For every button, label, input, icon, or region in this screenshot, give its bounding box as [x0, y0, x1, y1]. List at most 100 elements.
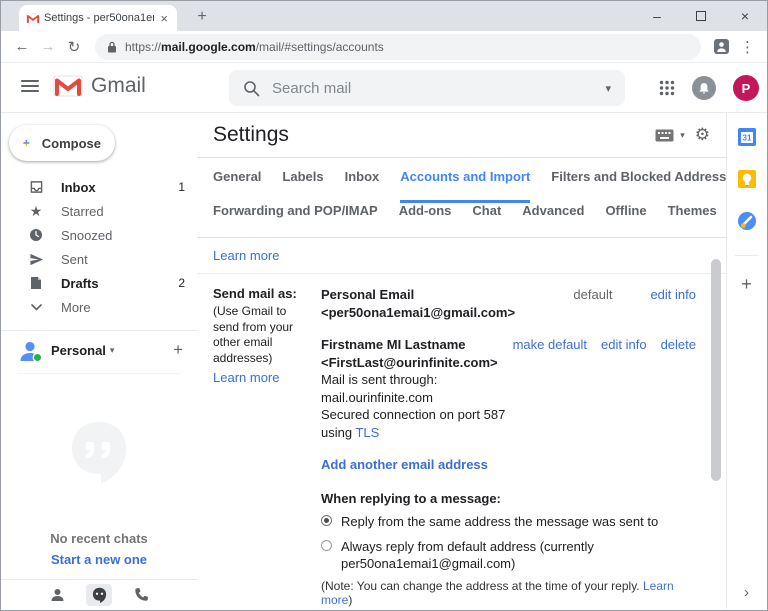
account-name: Personal Email	[321, 287, 415, 302]
phone-icon[interactable]	[128, 584, 154, 606]
send-as-account-1: Personal Email <per50ona1emai1@gmail.com…	[321, 286, 696, 321]
reply-note: (Note: You can change the address at the…	[321, 579, 674, 608]
tab-inbox[interactable]: Inbox	[345, 169, 380, 191]
forward-button[interactable]: →	[35, 38, 61, 55]
search-icon	[244, 80, 260, 96]
radio-selected-icon[interactable]	[321, 515, 332, 527]
tab-filters[interactable]: Filters and Blocked Addresses	[551, 169, 726, 191]
edit-info-link[interactable]: edit info	[601, 337, 647, 352]
add-another-email-link[interactable]: Add another email address	[321, 457, 488, 472]
gmail-logo[interactable]: Gmail	[53, 74, 146, 98]
browser-toolbar: ← → ↻ https://mail.google.com/mail/#sett…	[1, 31, 767, 63]
settings-content: Learn more Send mail as: (Use Gmail to s…	[197, 238, 726, 609]
send-icon	[27, 253, 45, 266]
start-chat-link[interactable]: Start a new one	[51, 552, 147, 567]
make-default-link[interactable]: make default	[513, 337, 587, 352]
delete-link[interactable]: delete	[661, 337, 696, 352]
maximize-icon	[696, 11, 706, 21]
browser-tabstrip: Settings - per50ona1emai1@gm × + – ×	[1, 1, 767, 31]
sidebar-item-label: Starred	[61, 203, 104, 219]
chat-account-name[interactable]: Personal	[51, 343, 106, 358]
tab-forwarding[interactable]: Forwarding and POP/IMAP	[213, 203, 378, 225]
refresh-button[interactable]: ↻	[61, 38, 87, 56]
content-scrollbar[interactable]	[711, 259, 721, 481]
tab-labels[interactable]: Labels	[282, 169, 323, 191]
search-input[interactable]	[272, 79, 606, 97]
search-bar[interactable]: ▾	[229, 70, 625, 106]
input-tools-keyboard-icon[interactable]	[655, 129, 674, 142]
sidebar-item-snoozed[interactable]: Snoozed	[1, 223, 197, 247]
tab-themes[interactable]: Themes	[668, 203, 717, 225]
browser-window: Settings - per50ona1emai1@gm × + – × ← →…	[0, 0, 768, 611]
minimize-button[interactable]: –	[635, 1, 679, 31]
send-as-account-2: Firstname MI Lastname <FirstLast@ourinfi…	[321, 336, 696, 441]
gmail-favicon	[26, 13, 40, 23]
sidebar-item-label: Snoozed	[61, 227, 113, 243]
sidebar-footer	[1, 579, 197, 609]
collapse-rail-icon[interactable]: ›	[744, 584, 749, 601]
compose-button[interactable]: Compose	[9, 125, 115, 161]
tab-addons[interactable]: Add-ons	[399, 203, 452, 225]
account-name: Firstname MI Lastname	[321, 337, 466, 353]
settings-gear-icon[interactable]: ⚙	[695, 125, 710, 145]
close-button[interactable]: ×	[723, 1, 767, 31]
account-address: <per50ona1emai1@gmail.com>	[321, 304, 516, 320]
settings-main: Settings ▾ ⚙ General Labels Inbox Accoun…	[197, 113, 726, 609]
browser-menu-icon[interactable]: ⋮	[740, 38, 755, 56]
profile-icon[interactable]	[713, 38, 730, 55]
sidebar-item-inbox[interactable]: Inbox 1	[1, 175, 197, 199]
sidebar-item-more[interactable]: More	[1, 295, 197, 319]
tab-advanced[interactable]: Advanced	[522, 203, 584, 225]
url-domain: mail.google.com	[161, 39, 256, 54]
reply-option-default-address[interactable]: Always reply from default address (curre…	[321, 538, 696, 573]
notifications-bell-icon[interactable]	[692, 76, 716, 100]
edit-info-link[interactable]: edit info	[650, 287, 696, 302]
send-mail-as-learn-more-link[interactable]: Learn more	[213, 370, 313, 385]
tab-accounts-and-import[interactable]: Accounts and Import	[400, 169, 531, 203]
star-icon: ★	[29, 202, 43, 219]
new-tab-button[interactable]: +	[189, 5, 215, 29]
lock-icon	[108, 41, 116, 52]
add-chat-button[interactable]: +	[173, 340, 183, 360]
calendar-icon[interactable]: 31	[737, 127, 757, 147]
drafts-count: 2	[178, 276, 185, 290]
account-address: <FirstLast@ourinfinite.com>	[321, 354, 498, 370]
address-bar[interactable]: https://mail.google.com/mail/#settings/a…	[95, 33, 701, 60]
sidebar-item-starred[interactable]: ★ Starred	[1, 199, 197, 223]
contacts-icon[interactable]	[44, 584, 70, 606]
header-actions: P	[659, 63, 761, 113]
tab-general[interactable]: General	[213, 169, 261, 191]
learn-more-top-link[interactable]: Learn more	[213, 248, 279, 263]
sidebar-item-label: Inbox	[61, 179, 96, 195]
tab-offline[interactable]: Offline	[605, 203, 646, 225]
reply-settings: When replying to a message: Reply from t…	[321, 491, 696, 607]
get-addons-button[interactable]: +	[741, 274, 752, 295]
sidebar: Compose Inbox 1 ★ Starred Snoozed Sent D…	[1, 113, 197, 579]
sidebar-item-drafts[interactable]: Drafts 2	[1, 271, 197, 295]
send-mail-as-description: (Use Gmail to send from your other email…	[213, 304, 294, 366]
tab-close-icon[interactable]: ×	[158, 11, 170, 26]
window-controls: – ×	[635, 1, 767, 31]
chat-account-caret-icon[interactable]: ▾	[110, 345, 115, 356]
sidebar-item-sent[interactable]: Sent	[1, 247, 197, 271]
keep-icon[interactable]	[737, 169, 757, 189]
url-path: /mail/#settings/accounts	[255, 39, 384, 54]
input-tools-caret-icon[interactable]: ▾	[680, 130, 685, 141]
apps-grid-icon[interactable]	[659, 80, 675, 96]
tls-link[interactable]: TLS	[355, 425, 379, 440]
radio-unselected-icon[interactable]	[321, 539, 332, 551]
account-avatar[interactable]: P	[733, 75, 759, 101]
browser-tab[interactable]: Settings - per50ona1emai1@gm ×	[19, 5, 177, 31]
reply-heading: When replying to a message:	[321, 491, 501, 507]
maximize-button[interactable]	[679, 1, 723, 31]
chat-avatar[interactable]	[17, 337, 43, 363]
tab-chat[interactable]: Chat	[472, 203, 501, 225]
main-menu-icon[interactable]	[21, 80, 39, 92]
hangouts-icon[interactable]	[86, 583, 112, 606]
back-button[interactable]: ←	[9, 38, 35, 55]
tasks-icon[interactable]	[737, 211, 757, 231]
search-options-caret-icon[interactable]: ▾	[605, 82, 611, 95]
reply-option-same-address[interactable]: Reply from the same address the message …	[321, 513, 696, 531]
default-status: default	[573, 287, 613, 302]
sent-through-text: Mail is sent through: mail.ourinfinite.c…	[321, 372, 438, 405]
